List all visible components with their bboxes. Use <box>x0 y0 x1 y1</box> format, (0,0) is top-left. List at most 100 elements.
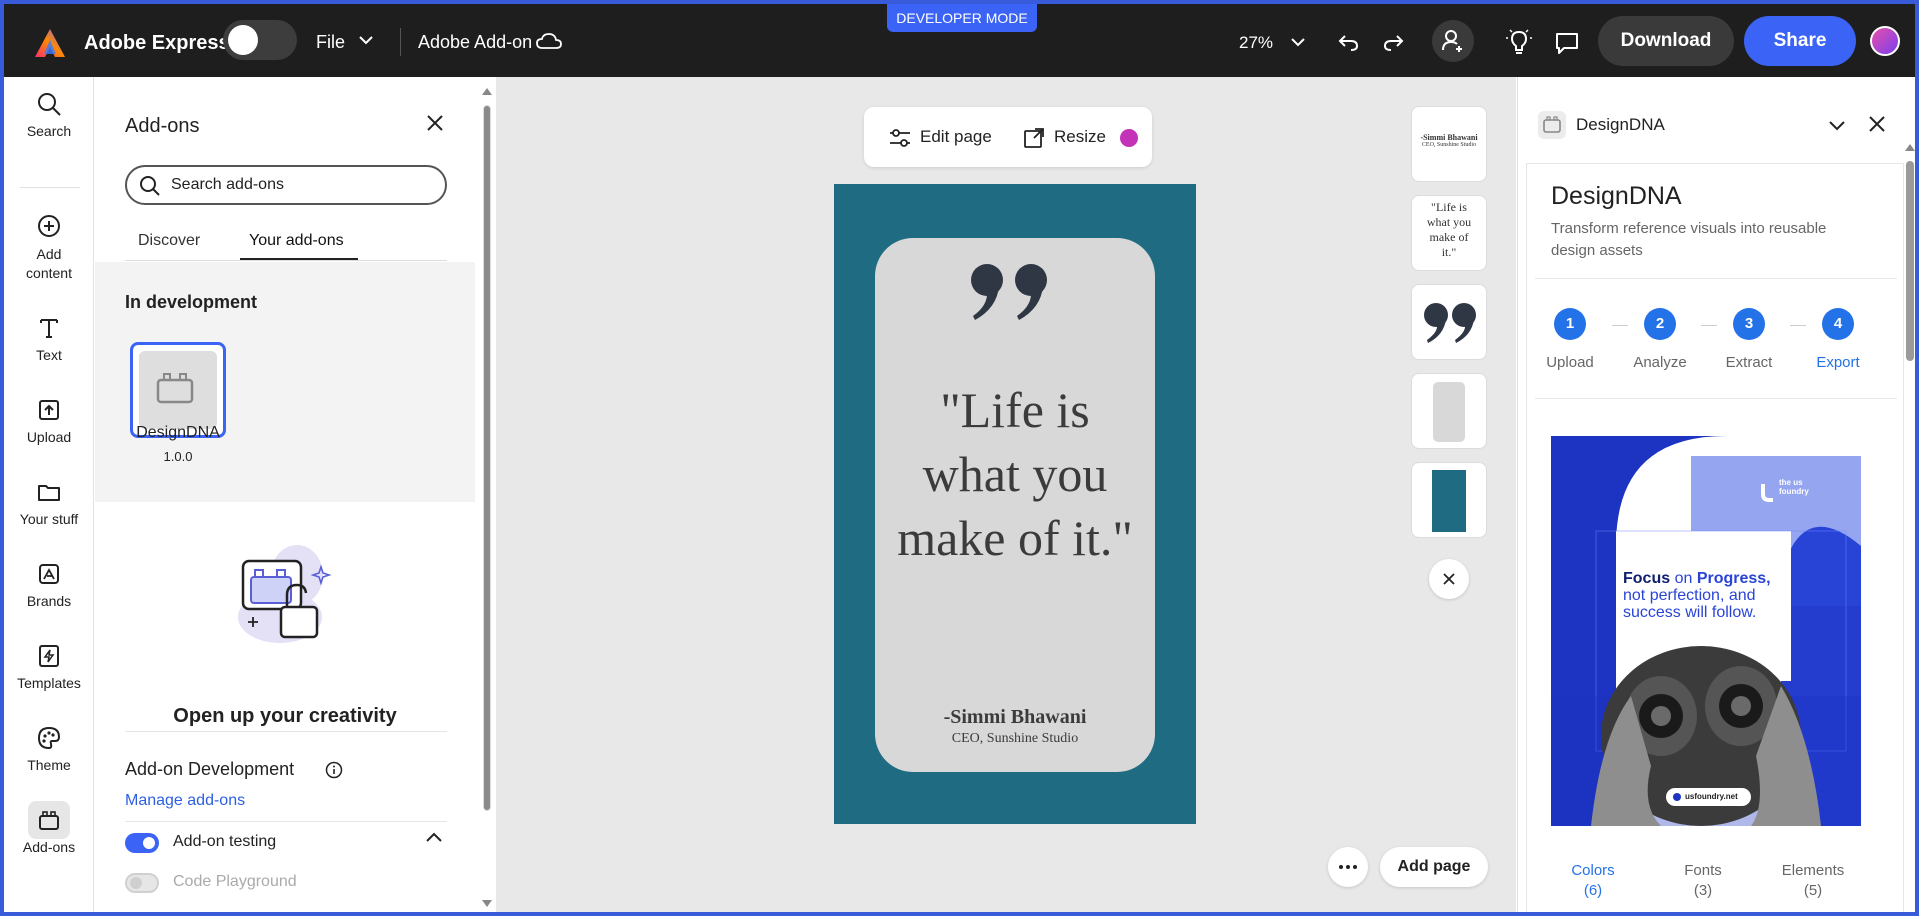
redo-icon[interactable] <box>1382 30 1406 54</box>
tab-discover[interactable]: Discover <box>138 232 200 250</box>
rail-item-upload[interactable]: Upload <box>4 397 94 445</box>
rail-item-add-content[interactable]: Add content <box>4 213 94 283</box>
tab-elements[interactable]: Elements (5) <box>1763 862 1863 899</box>
code-playground-toggle[interactable] <box>125 873 159 893</box>
zoom-level[interactable]: 27% <box>1239 33 1273 53</box>
close-icon[interactable] <box>1868 115 1886 133</box>
info-icon[interactable] <box>325 761 343 779</box>
step-number: 4 <box>1822 308 1854 340</box>
avatar[interactable] <box>1870 26 1900 56</box>
rail-label: Upload <box>26 429 72 445</box>
scroll-up-icon[interactable] <box>1905 143 1915 151</box>
file-menu[interactable]: File <box>316 32 345 53</box>
layer-thumbnail[interactable] <box>1411 284 1487 360</box>
step-extract[interactable]: 3 Extract <box>1704 308 1794 371</box>
lightbulb-icon[interactable] <box>1506 28 1532 56</box>
layer-thumbnail[interactable] <box>1411 373 1487 449</box>
add-on-testing-toggle[interactable] <box>125 833 159 853</box>
addon-name: DesignDNA <box>136 424 220 441</box>
edit-page-button[interactable]: Edit page <box>920 127 992 147</box>
search-input[interactable]: Search add-ons <box>125 165 447 205</box>
layer-thumbnail[interactable]: -Simmi Bhawani CEO, Sunshine Studio <box>1411 106 1487 182</box>
chevron-down-icon[interactable] <box>1828 119 1846 131</box>
resize-icon[interactable] <box>1022 126 1046 150</box>
cloud-icon[interactable] <box>536 32 562 50</box>
step-label: Extract <box>1725 354 1773 371</box>
scrollbar-thumb[interactable] <box>1906 161 1914 361</box>
rail-item-theme[interactable]: Theme <box>4 725 94 773</box>
layer-thumbnail[interactable]: "Life is what you make of it." <box>1411 195 1487 271</box>
manage-add-ons-link[interactable]: Manage add-ons <box>125 792 245 810</box>
chevron-up-icon[interactable] <box>425 831 443 843</box>
express-mode-toggle[interactable] <box>223 20 297 60</box>
divider <box>125 821 447 822</box>
rail-item-your-stuff[interactable]: Your stuff <box>4 479 94 527</box>
step-label: Export <box>1816 354 1860 371</box>
invite-collaborators-button[interactable] <box>1432 20 1474 62</box>
headline-bold: Focus <box>1623 570 1671 587</box>
user-plus-icon <box>1442 30 1462 52</box>
resize-button[interactable]: Resize <box>1054 127 1106 147</box>
step-export[interactable]: 4 Export <box>1793 308 1883 371</box>
close-icon[interactable] <box>425 113 445 133</box>
rail-item-add-ons[interactable]: Add-ons <box>4 807 94 855</box>
design-page[interactable]: "Life is what you make of it." -Simmi Bh… <box>834 184 1196 824</box>
tab-label: Fonts <box>1684 862 1722 879</box>
tab-your-add-ons[interactable]: Your add-ons <box>249 232 344 250</box>
close-icon <box>1443 573 1455 585</box>
undo-icon[interactable] <box>1336 30 1360 54</box>
rail-item-brands[interactable]: Brands <box>4 561 94 609</box>
share-button[interactable]: Share <box>1744 16 1856 66</box>
more-options-button[interactable] <box>1328 847 1368 887</box>
quote-marks-icon <box>1424 303 1476 343</box>
document-title[interactable]: Adobe Add-on <box>418 32 532 53</box>
headline-bold2: Progress, <box>1696 570 1771 587</box>
divider <box>125 731 447 732</box>
chevron-down-icon[interactable] <box>358 34 374 46</box>
tab-colors[interactable]: Colors (6) <box>1543 862 1643 899</box>
rail-item-templates[interactable]: Templates <box>4 643 94 691</box>
step-analyze[interactable]: 2 Analyze <box>1615 308 1705 371</box>
active-tab-indicator <box>240 258 358 260</box>
scrollbar-thumb[interactable] <box>483 105 491 811</box>
sliders-icon[interactable] <box>888 127 912 149</box>
quote-marks-icon[interactable] <box>875 256 1155 326</box>
panel-title: Add-ons <box>125 115 200 137</box>
panel-scrollbar[interactable] <box>481 85 493 912</box>
scroll-down-icon[interactable] <box>482 900 492 908</box>
toggle-knob <box>130 877 142 889</box>
thumb-subtext: CEO, Sunshine Studio <box>1421 142 1477 148</box>
author-role[interactable]: CEO, Sunshine Studio <box>875 731 1155 747</box>
canvas-area: Edit page Resize "Life is what you make … <box>496 77 1516 912</box>
brand-icon <box>39 564 59 584</box>
palette-icon <box>37 726 61 750</box>
rail-item-text[interactable]: Text <box>4 315 94 363</box>
rail-label: Search <box>26 123 72 139</box>
layer-thumbnail[interactable] <box>1411 462 1487 538</box>
designdna-panel: DesignDNA DesignDNA Transform reference … <box>1517 77 1915 912</box>
addon-content: DesignDNA Transform reference visuals in… <box>1526 163 1904 912</box>
promo-heading: Open up your creativity <box>173 705 397 727</box>
addon-version: 1.0.0 <box>163 449 193 464</box>
author-name[interactable]: -Simmi Bhawani <box>875 706 1155 729</box>
step-upload[interactable]: 1 Upload <box>1525 308 1615 371</box>
addon-briefcase-icon <box>156 373 194 404</box>
panel-scrollbar[interactable] <box>1905 141 1915 912</box>
chevron-down-icon[interactable] <box>1290 36 1306 48</box>
section-heading: In development <box>125 292 258 312</box>
rail-item-search[interactable]: Search <box>4 91 94 139</box>
quote-card[interactable]: "Life is what you make of it." -Simmi Bh… <box>875 238 1155 772</box>
addons-panel: Add-ons Search add-ons Discover Your add… <box>95 77 490 912</box>
close-layers-button[interactable] <box>1429 559 1469 599</box>
quote-text[interactable]: "Life is what you make of it." <box>895 378 1135 570</box>
grey-card-preview <box>1433 382 1465 442</box>
download-button[interactable]: Download <box>1598 16 1734 66</box>
tab-fonts[interactable]: Fonts (3) <box>1653 862 1753 899</box>
brand-name: Adobe Express <box>84 32 230 54</box>
adobe-express-logo-icon[interactable] <box>34 28 66 58</box>
step-number: 2 <box>1644 308 1676 340</box>
reference-image[interactable]: the us foundry Focus on Progress, not pe… <box>1551 436 1861 826</box>
scroll-up-icon[interactable] <box>482 87 492 95</box>
comment-icon[interactable] <box>1554 30 1580 56</box>
add-page-button[interactable]: Add page <box>1380 847 1488 887</box>
